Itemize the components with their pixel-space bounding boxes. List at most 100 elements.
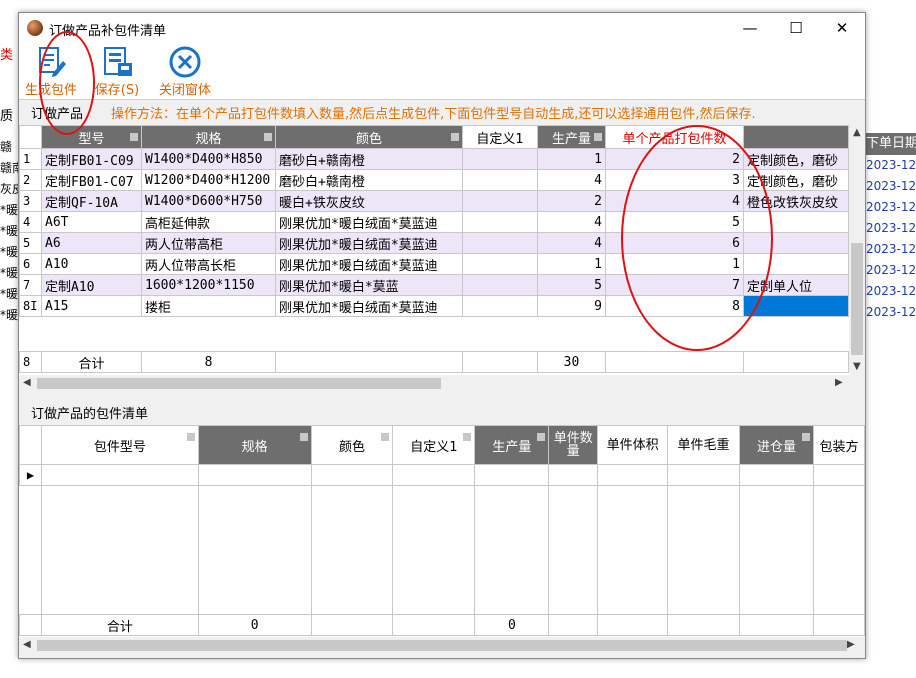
cell-spec[interactable]: 1600*1200*1150 (141, 274, 276, 296)
cell-qty[interactable]: 9 (537, 295, 606, 317)
close-window-button[interactable]: ✕ (819, 13, 865, 43)
cell-custom[interactable] (462, 169, 538, 191)
background-left-cell: *暖 (0, 224, 18, 238)
cell-qty[interactable]: 4 (537, 169, 606, 191)
col-header-custom1[interactable]: 自定义1 (462, 125, 538, 149)
cell-custom[interactable] (462, 211, 538, 233)
pkg-col-header-inbound[interactable]: 进仓量 (739, 425, 814, 465)
cell-custom[interactable] (462, 295, 538, 317)
maximize-button[interactable]: ☐ (773, 13, 819, 43)
cell-model[interactable]: 定制QF-10A (41, 190, 142, 212)
annotation-circle-packs-column (621, 125, 773, 351)
products-vscroll-thumb[interactable] (851, 243, 863, 355)
pkg-summary-label: 合计 (40, 614, 199, 636)
cell-spec[interactable]: W1400*D600*H750 (141, 190, 276, 212)
pkg-scroll-left-arrow-icon[interactable]: ◀ (23, 639, 31, 650)
close-form-button[interactable]: 关闭窗体 (153, 45, 217, 98)
cell-color[interactable]: 磨砂白+赣南橙 (275, 169, 463, 191)
pkg-scroll-right-arrow-icon[interactable]: ▶ (847, 639, 855, 650)
cell-spec[interactable]: W1400*D400*H850 (141, 148, 276, 170)
pkg-col-header-spec[interactable]: 规格 (197, 425, 312, 465)
cell-qty[interactable]: 1 (537, 148, 606, 170)
cell-custom[interactable] (462, 148, 538, 170)
products-vertical-scrollbar[interactable]: ▲ ▼ (849, 125, 865, 375)
summary-custom-cell (462, 351, 538, 373)
package-row-number-header (19, 425, 42, 465)
package-grid: 包件型号 规格 颜色 自定义1 生产量 单件数量 单件体积 单件毛重 进仓量 包… (19, 425, 865, 637)
cell-color[interactable]: 刚果优加*暖白绒面*莫蓝迪 (275, 211, 463, 233)
cell-color[interactable]: 刚果优加*暖白*莫蓝 (275, 274, 463, 296)
pkg-col-header-unit-weight[interactable]: 单件毛重 (667, 425, 740, 465)
background-left-label: 质 (0, 109, 14, 124)
instruction-text: 操作方法：在单个产品打包件数填入数量,然后点生成包件,下面包件型号自动生成,还可… (111, 107, 756, 122)
cell-qty[interactable]: 4 (537, 211, 606, 233)
scroll-right-arrow-icon[interactable]: ▶ (835, 377, 843, 388)
products-hscroll-thumb[interactable] (37, 378, 441, 389)
products-horizontal-scrollbar[interactable]: ◀ ▶ (19, 375, 865, 391)
cell-spec[interactable]: 搂柜 (141, 295, 276, 317)
cell-color[interactable]: 暖白+铁灰皮纹 (275, 190, 463, 212)
cell-model[interactable]: A6 (41, 232, 142, 254)
cell-model[interactable]: A6T (41, 211, 142, 233)
background-left-cell: *暖 (0, 245, 18, 259)
package-new-row[interactable]: ▶ (19, 464, 865, 486)
package-horizontal-scrollbar[interactable]: ◀ ▶ (19, 637, 865, 653)
cell-model[interactable]: 定制FB01-C07 (41, 169, 142, 191)
row-number-header (19, 125, 42, 149)
summary-row-number: 8 (19, 351, 42, 373)
col-header-color[interactable]: 颜色 (275, 125, 463, 149)
pkg-col-header-custom1[interactable]: 自定义1 (392, 425, 476, 465)
minimize-button[interactable]: — (727, 13, 773, 43)
scroll-up-arrow-icon[interactable]: ▲ (853, 127, 861, 138)
cell-spec[interactable]: W1200*D400*H1200 (141, 169, 276, 191)
cell-qty[interactable]: 5 (537, 274, 606, 296)
summary-label: 合计 (41, 351, 142, 373)
cell-custom[interactable] (462, 190, 538, 212)
summary-count: 8 (141, 351, 276, 373)
cell-note[interactable]: 定制颜色，磨砂 (743, 148, 849, 170)
row-number: 5 (19, 232, 42, 254)
scroll-down-arrow-icon[interactable]: ▼ (853, 361, 861, 372)
cell-model[interactable]: A15 (41, 295, 142, 317)
cell-custom[interactable] (462, 274, 538, 296)
cell-spec[interactable]: 高柜延伸款 (141, 211, 276, 233)
pkg-col-header-unit-volume[interactable]: 单件体积 (597, 425, 669, 465)
cell-color[interactable]: 刚果优加*暖白绒面*莫蓝迪 (275, 232, 463, 254)
background-left-cell: 灰皮 (0, 182, 18, 196)
save-button[interactable]: 保存(S) (91, 45, 143, 98)
pkg-col-header-model[interactable]: 包件型号 (40, 425, 199, 465)
cell-model[interactable]: A10 (41, 253, 142, 275)
pkg-col-header-unit-count[interactable]: 单件数量 (548, 425, 599, 465)
cell-custom[interactable] (462, 253, 538, 275)
pkg-summary-quantity-total: 0 (474, 614, 550, 636)
background-date-cell: 2023-12 (864, 281, 916, 302)
cell-color[interactable]: 磨砂白+赣南橙 (275, 148, 463, 170)
close-circle-icon (169, 46, 201, 78)
cell-spec[interactable]: 两人位带高柜 (141, 232, 276, 254)
background-left-cell: *暖 (0, 203, 18, 217)
cell-model[interactable]: 定制FB01-C09 (41, 148, 142, 170)
cell-qty[interactable]: 2 (537, 190, 606, 212)
toolbar: 生成包件 保存(S) 关闭窗体 (19, 43, 865, 100)
scroll-left-arrow-icon[interactable]: ◀ (23, 377, 31, 388)
summary-note-cell (743, 351, 849, 373)
pkg-col-header-quantity[interactable]: 生产量 (474, 425, 550, 465)
cell-qty[interactable]: 4 (537, 232, 606, 254)
cell-qty[interactable]: 1 (537, 253, 606, 275)
cell-model[interactable]: 定制A10 (41, 274, 142, 296)
col-header-note[interactable] (743, 125, 849, 149)
col-header-quantity[interactable]: 生产量 (537, 125, 606, 149)
pkg-col-header-color[interactable]: 颜色 (310, 425, 394, 465)
package-hscroll-thumb[interactable] (37, 640, 847, 651)
cell-custom[interactable] (462, 232, 538, 254)
cell-color[interactable]: 刚果优加*暖白绒面*莫蓝迪 (275, 253, 463, 275)
background-date-cell: 2023-12 (864, 260, 916, 281)
close-form-label: 关闭窗体 (158, 83, 211, 98)
annotation-circle-generate (39, 31, 95, 135)
background-date-cell: 2023-12 (864, 197, 916, 218)
background-date-cell: 2023-12 (864, 176, 916, 197)
cell-spec[interactable]: 两人位带高长柜 (141, 253, 276, 275)
pkg-col-header-packing[interactable]: 包装方 (812, 425, 865, 465)
col-header-spec[interactable]: 规格 (141, 125, 276, 149)
cell-color[interactable]: 刚果优加*暖白绒面*莫蓝迪 (275, 295, 463, 317)
